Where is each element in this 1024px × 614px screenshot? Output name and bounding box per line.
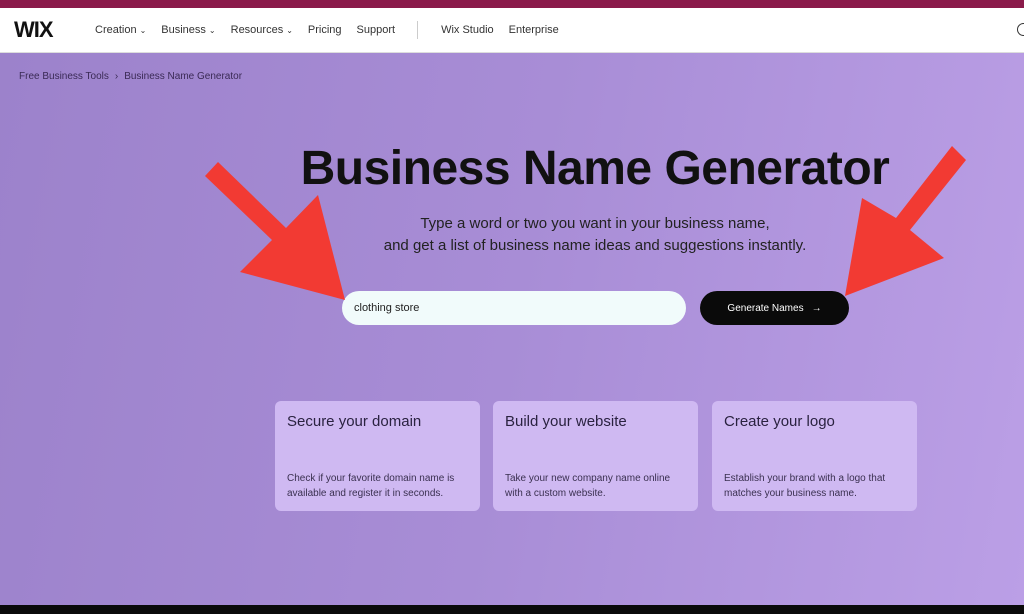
- nav-resources[interactable]: Resources ⌄: [231, 24, 293, 36]
- nav-pricing[interactable]: Pricing: [308, 24, 342, 36]
- breadcrumb: Free Business Tools › Business Name Gene…: [19, 71, 242, 82]
- top-nav: WIX Creation ⌄ Business ⌄ Resources ⌄ Prici…: [0, 8, 1024, 53]
- card-secure-domain[interactable]: Secure your domain Check if your favorite…: [275, 401, 480, 511]
- chevron-down-icon: ⌄: [208, 25, 216, 35]
- browser-top-bar: [0, 0, 1024, 8]
- business-keyword-input[interactable]: [342, 291, 686, 325]
- bottom-bar: [0, 605, 1024, 614]
- nav-business[interactable]: Business ⌄: [161, 24, 215, 36]
- nav-wix-studio[interactable]: Wix Studio: [441, 24, 494, 36]
- nav-divider: [417, 21, 419, 39]
- nav-support[interactable]: Support: [357, 24, 396, 36]
- breadcrumb-free-business-tools[interactable]: Free Business Tools: [19, 71, 109, 82]
- globe-icon[interactable]: [1017, 23, 1024, 36]
- breadcrumb-current: Business Name Generator: [124, 71, 243, 82]
- nav-creation[interactable]: Creation ⌄: [95, 24, 146, 36]
- arrow-right-icon: →: [811, 302, 822, 314]
- breadcrumb-separator: ›: [114, 71, 119, 82]
- card-build-website[interactable]: Build your website Take your new company …: [493, 401, 698, 511]
- hero-section: Free Business Tools › Business Name Gene…: [0, 53, 1024, 605]
- page-title: Business Name Generator: [300, 142, 890, 195]
- generate-names-button[interactable]: Generate Names →: [700, 291, 849, 325]
- page-subtitle: Type a word or two you want in your busi…: [383, 215, 807, 254]
- wix-logo[interactable]: WIX: [14, 17, 80, 43]
- chevron-down-icon: ⌄: [286, 25, 293, 35]
- nav-enterprise[interactable]: Enterprise: [509, 24, 559, 36]
- chevron-down-icon: ⌄: [139, 25, 147, 35]
- card-create-logo[interactable]: Create your logo Establish your brand wit…: [712, 401, 917, 511]
